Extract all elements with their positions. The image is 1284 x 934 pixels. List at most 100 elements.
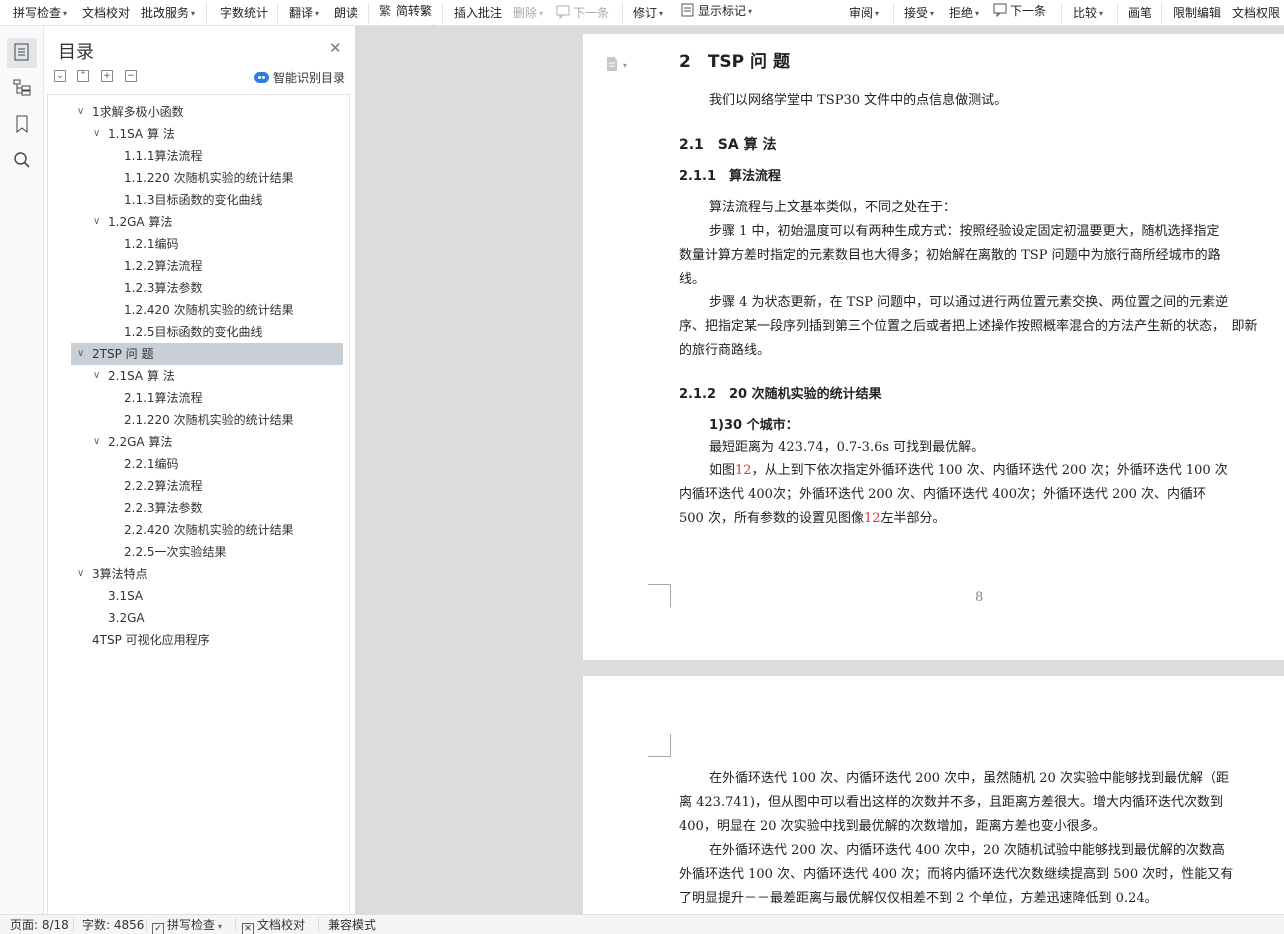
toc-item[interactable]: 3.1SA	[71, 585, 343, 607]
toc-item[interactable]: 2.1.1算法流程	[71, 387, 343, 409]
status-divider	[235, 918, 236, 932]
read-aloud-button[interactable]: 朗读	[334, 5, 358, 21]
toc-item[interactable]: 2.1.220 次随机实验的统计结果	[71, 409, 343, 431]
paragraph-line: 内循环迭代 400次；外循环迭代 200 次、内循环迭代 400次；外循环迭代 …	[679, 487, 1207, 502]
toc-panel: 目录 ✕ ⌄ ⌃ + − 智能识别目录 ∨ 1求解多极小函数 ∨ 1.1SA 算 法 1…	[44, 26, 356, 914]
toolbar-divider	[277, 3, 278, 23]
restrict-editing-button[interactable]: 限制编辑	[1173, 5, 1221, 21]
heading-2: 2.1 SA 算 法	[679, 137, 777, 153]
paragraph-line: 步骤 4 为状态更新，在 TSP 问题中，可以通过进行两位置元素交换、两位置之间…	[709, 295, 1229, 310]
toc-item[interactable]: ∨ 1.2GA 算法	[71, 211, 343, 233]
paragraph-line: 400，明显在 20 次实验中找到最优解的次数增加，距离方差也变小很多。	[679, 819, 1106, 834]
toc-item[interactable]: 1.2.2算法流程	[71, 255, 343, 277]
close-icon[interactable]: ✕	[329, 40, 342, 56]
toc-item-label: 1.1.3目标函数的变化曲线	[124, 193, 263, 207]
chevron-down-icon[interactable]: ∨	[93, 123, 100, 145]
heading-3: 2.1.1 算法流程	[679, 169, 782, 184]
doc-permission-button[interactable]: 文档权限	[1232, 5, 1280, 21]
compare-button[interactable]: 比较 ▾	[1073, 5, 1103, 22]
insert-comment-button[interactable]: 插入批注	[454, 5, 502, 21]
structure-icon	[13, 78, 31, 99]
toc-item[interactable]: 1.2.5目标函数的变化曲线	[71, 321, 343, 343]
bookmark-icon	[15, 115, 29, 136]
status-spell-check[interactable]: ✓ 拼写检查 ▾	[152, 917, 222, 934]
doc-proofread-button[interactable]: 文档校对	[82, 5, 130, 21]
chevron-down-icon[interactable]: ∨	[77, 343, 84, 365]
toc-title: 目录	[58, 42, 94, 63]
paragraph-line: 离 423.741)，但从图中可以看出这样的次数并不多，且距离方差很大。增大内循…	[679, 795, 1223, 810]
accept-button[interactable]: 接受 ▾	[904, 5, 934, 22]
next-comment-button[interactable]: 下一条	[556, 5, 609, 21]
toc-item[interactable]: ∨ 3算法特点	[71, 563, 343, 585]
toc-item-label: 4TSP 可视化应用程序	[92, 633, 210, 647]
toolbar-divider	[442, 3, 443, 23]
paragraph-line: 序、把指定某一段序列插到第三个位置之后或者把上述操作按照概率混合的方法产生新的状…	[679, 319, 1258, 334]
review-button[interactable]: 审阅 ▾	[849, 5, 879, 22]
toc-item[interactable]: 1.2.420 次随机实验的统计结果	[71, 299, 343, 321]
show-markup-button[interactable]: 显示标记 ▾	[681, 3, 752, 20]
chevron-down-icon[interactable]: ∨	[93, 431, 100, 453]
expand-level-icon[interactable]: ⌃	[77, 70, 89, 82]
pen-button[interactable]: 画笔	[1128, 5, 1152, 21]
track-changes-button[interactable]: 修订 ▾	[633, 5, 663, 22]
word-count-indicator[interactable]: 字数: 4856	[82, 917, 144, 933]
paragraph-line: 算法流程与上文基本类似，不同之处在于：	[709, 200, 957, 215]
chevron-down-icon: ▾	[218, 922, 223, 931]
toc-item[interactable]: 1.1.1算法流程	[71, 145, 343, 167]
toc-item[interactable]: 4TSP 可视化应用程序	[71, 629, 343, 651]
rail-toc-button[interactable]	[7, 38, 37, 68]
toc-item[interactable]: 1.1.3目标函数的变化曲线	[71, 189, 343, 211]
toc-item[interactable]: ∨ 2.2GA 算法	[71, 431, 343, 453]
toc-item[interactable]: 1.2.1编码	[71, 233, 343, 255]
toc-item[interactable]: ∨ 1.1SA 算 法	[71, 123, 343, 145]
document-icon	[605, 56, 619, 75]
compat-mode-label: 兼容模式	[328, 918, 377, 932]
chevron-down-icon[interactable]: ∨	[77, 563, 84, 585]
chevron-down-icon[interactable]: ∨	[93, 211, 100, 233]
page-indicator[interactable]: 页面: 8/18	[10, 917, 69, 933]
toc-item[interactable]: ∨ 1求解多极小函数	[71, 101, 343, 123]
toc-item[interactable]: ∨ 2TSP 问 题	[71, 343, 343, 365]
toc-item[interactable]: 3.2GA	[71, 607, 343, 629]
toc-item[interactable]: 2.2.2算法流程	[71, 475, 343, 497]
toc-item[interactable]: 2.2.5一次实验结果	[71, 541, 343, 563]
chevron-down-icon[interactable]: ∨	[93, 365, 100, 387]
smart-toc-button[interactable]: 智能识别目录	[254, 69, 345, 86]
page-margin-mark	[648, 734, 671, 757]
word-count-button[interactable]: 字数统计	[220, 5, 268, 21]
paragraph-menu-button[interactable]: ▾	[605, 56, 627, 75]
toc-item[interactable]: 2.2.420 次随机实验的统计结果	[71, 519, 343, 541]
next-change-button[interactable]: 下一条	[993, 3, 1046, 19]
delete-comment-button[interactable]: 删除 ▾	[513, 5, 543, 22]
toc-item[interactable]: 1.1.220 次随机实验的统计结果	[71, 167, 343, 189]
figure-reference-link[interactable]: 12	[735, 463, 752, 478]
toc-item[interactable]: 2.2.1编码	[71, 453, 343, 475]
reject-button[interactable]: 拒绝 ▾	[949, 5, 979, 22]
paragraph-line: 数量计算方差时指定的元素数目也大得多；初始解在离散的 TSP 问题中为旅行商所经…	[679, 248, 1221, 263]
document-canvas[interactable]: ▾ 2 TSP 问 题 我们以网络学堂中 TSP30 文件中的点信息做测试。 2…	[356, 26, 1284, 914]
trad-simp-icon: 繁	[379, 3, 394, 18]
toc-item-label: 2.1.1算法流程	[124, 391, 203, 405]
chevron-down-icon: ▾	[623, 61, 628, 70]
collapse-all-icon[interactable]: −	[125, 70, 137, 82]
chevron-down-icon[interactable]: ∨	[77, 101, 84, 123]
status-proofread[interactable]: ✕ 文档校对	[242, 917, 305, 934]
expand-all-icon[interactable]: +	[101, 70, 113, 82]
toc-item-label: 1.1.220 次随机实验的统计结果	[124, 171, 294, 185]
rail-bookmark-button[interactable]	[7, 110, 37, 140]
sidebar-rail	[0, 26, 44, 914]
toc-item[interactable]: 2.2.3算法参数	[71, 497, 343, 519]
status-divider	[146, 918, 147, 932]
toc-item[interactable]: 1.2.3算法参数	[71, 277, 343, 299]
rail-nav-pane-button[interactable]	[7, 73, 37, 103]
grading-service-button[interactable]: 批改服务 ▾	[141, 5, 195, 22]
collapse-level-icon[interactable]: ⌄	[54, 70, 66, 82]
spell-check-button[interactable]: 拼写检查 ▾	[13, 5, 67, 22]
toc-item-label: 2TSP 问 题	[92, 347, 154, 361]
trad-simp-button[interactable]: 繁简转繁	[379, 3, 432, 19]
rail-search-button[interactable]	[7, 146, 37, 176]
paragraph-line: 步骤 1 中，初始温度可以有两种生成方式：按照经验设定固定初温要更大，随机选择指…	[709, 224, 1220, 239]
toc-item[interactable]: ∨ 2.1SA 算 法	[71, 365, 343, 387]
figure-reference-link[interactable]: 12	[864, 511, 881, 526]
translate-button[interactable]: 翻译 ▾	[289, 5, 319, 22]
